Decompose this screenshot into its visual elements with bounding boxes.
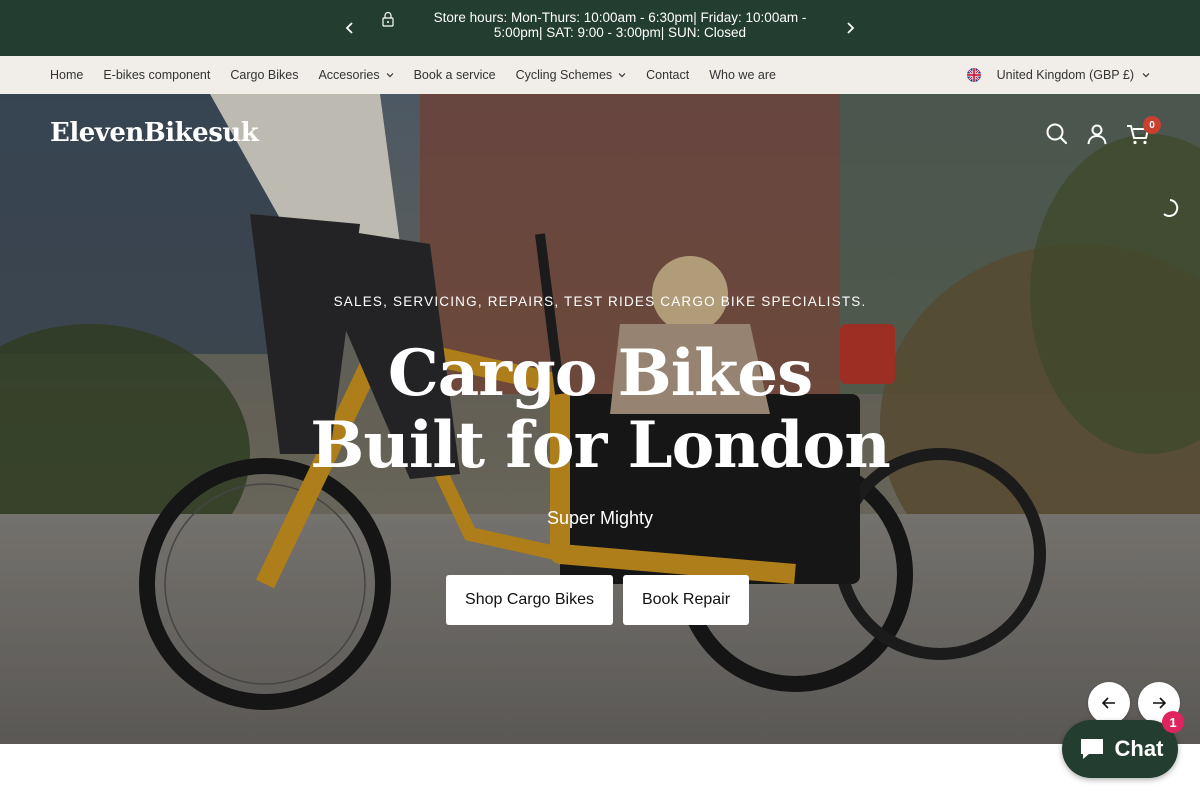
- uk-flag-icon: [966, 68, 981, 82]
- hero-tagline: Super Mighty: [546, 508, 654, 528]
- lock-icon: [382, 11, 394, 27]
- chevron-down-icon: [618, 73, 626, 78]
- shop-cargo-bikes-button[interactable]: Shop Cargo Bikes: [446, 575, 613, 625]
- arrow-right-icon: [1153, 697, 1166, 709]
- country-label: United Kingdom (GBP £): [996, 68, 1134, 82]
- nav-label: Cargo Bikes: [230, 68, 299, 82]
- nav-item-e-bikes-component[interactable]: E-bikes component: [103, 68, 210, 82]
- nav-label: Accesories: [318, 68, 380, 82]
- main-nav: Home E-bikes component Cargo Bikes Acces…: [0, 56, 1200, 94]
- account-button[interactable]: [1085, 122, 1109, 146]
- chat-bubble-icon: [1080, 739, 1103, 759]
- announcement-message: Store hours: Mon-Thurs: 10:00am - 6:30pm…: [380, 10, 840, 40]
- announcement-bar: Store hours: Mon-Thurs: 10:00am - 6:30pm…: [0, 0, 1200, 56]
- nav-item-home[interactable]: Home: [50, 68, 83, 82]
- chevron-down-icon: [386, 73, 394, 78]
- book-repair-button[interactable]: Book Repair: [623, 575, 749, 625]
- announcement-next-button[interactable]: [838, 16, 862, 40]
- nav-label: Home: [50, 68, 84, 82]
- nav-item-contact[interactable]: Contact: [646, 68, 689, 82]
- announcement-text: Store hours: Mon-Thurs: 10:00am - 6:30pm…: [433, 10, 807, 40]
- nav-item-who-we-are[interactable]: Who we are: [709, 68, 776, 82]
- slide-prev-button[interactable]: [1088, 682, 1130, 724]
- chevron-down-icon: [1142, 73, 1150, 78]
- chevron-right-icon: [847, 22, 855, 34]
- chat-button[interactable]: Chat: [1062, 720, 1178, 778]
- nav-item-cycling-schemes[interactable]: Cycling Schemes: [516, 68, 627, 82]
- cart-count-badge: 0: [1143, 116, 1161, 134]
- nav-label: Who we are: [709, 68, 776, 82]
- nav-label: Contact: [646, 68, 690, 82]
- chevron-left-icon: [345, 22, 353, 34]
- announcement-prev-button[interactable]: [338, 16, 362, 40]
- site-logo[interactable]: ElevenBikesuk: [50, 118, 259, 148]
- chat-label: Chat: [1114, 736, 1164, 761]
- country-selector[interactable]: United Kingdom (GBP £): [966, 56, 1150, 94]
- arrow-left-icon: [1102, 697, 1115, 709]
- nav-label: Book a service: [413, 68, 496, 82]
- nav-item-cargo-bikes[interactable]: Cargo Bikes: [230, 68, 298, 82]
- loading-spinner-icon: [1163, 199, 1179, 217]
- hero-subtitle: SALES, SERVICING, REPAIRS, TEST RIDES CA…: [333, 294, 867, 309]
- nav-label: E-bikes component: [103, 68, 211, 82]
- search-icon: [1046, 123, 1068, 145]
- nav-item-book-a-service[interactable]: Book a service: [414, 68, 496, 82]
- hero-headline: Cargo Bikes Built for London: [310, 336, 891, 483]
- user-icon: [1087, 124, 1107, 145]
- chat-unread-badge: 1: [1162, 711, 1184, 733]
- nav-item-accesories[interactable]: Accesories: [318, 68, 394, 82]
- nav-label: Cycling Schemes: [515, 68, 613, 82]
- search-button[interactable]: [1045, 122, 1069, 146]
